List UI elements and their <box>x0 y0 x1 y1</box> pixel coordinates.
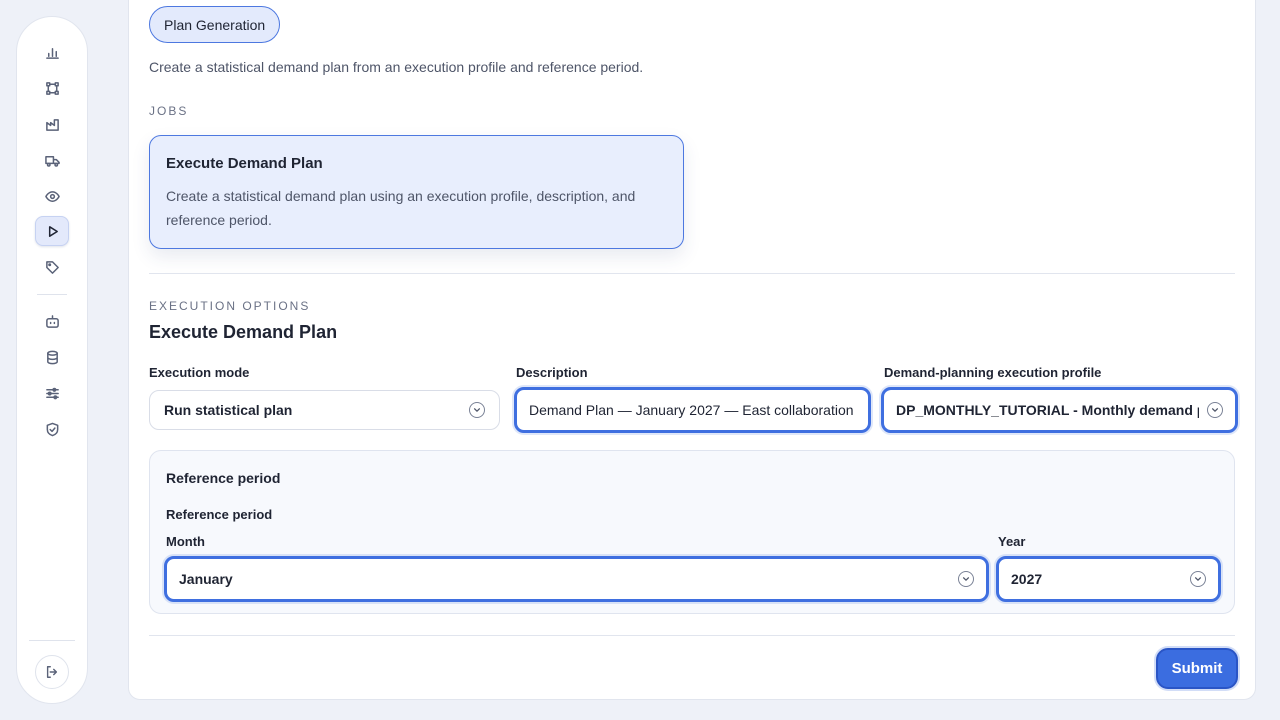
intro-text: Create a statistical demand plan from an… <box>149 59 644 75</box>
job-card-description: Create a statistical demand plan using a… <box>166 188 636 228</box>
tag-icon <box>45 260 59 274</box>
nav-analytics-button[interactable] <box>35 37 69 67</box>
truck-icon <box>44 155 60 167</box>
nav-monitor-button[interactable] <box>35 181 69 211</box>
nav-workflow-button[interactable] <box>35 73 69 103</box>
jobs-section-label: JOBS <box>149 104 189 118</box>
execution-mode-value: Run statistical plan <box>164 402 293 418</box>
chevron-down-icon <box>958 571 974 587</box>
bot-icon <box>45 314 59 328</box>
nav-divider <box>37 294 67 295</box>
sliders-icon <box>45 387 59 399</box>
plan-generation-chip[interactable]: Plan Generation <box>149 6 281 43</box>
workflow-icon <box>45 81 59 95</box>
nav-run-button[interactable] <box>35 216 69 246</box>
nav-tags-button[interactable] <box>35 252 69 282</box>
nav-data-button[interactable] <box>35 342 69 372</box>
footer-divider <box>149 635 1235 636</box>
main-panel: Plan Generation Create a statistical dem… <box>128 0 1256 700</box>
year-value: 2027 <box>1011 571 1043 587</box>
description-label: Description <box>516 365 588 380</box>
month-select[interactable]: January <box>164 556 989 602</box>
sidebar-footer-divider <box>29 640 75 641</box>
database-icon <box>46 350 58 364</box>
eye-icon <box>44 190 60 202</box>
logout-button[interactable] <box>35 655 69 689</box>
profile-select[interactable]: DP_MONTHLY_TUTORIAL - Monthly demand pla… <box>881 387 1238 433</box>
nav-security-button[interactable] <box>35 414 69 444</box>
execution-mode-select[interactable]: Run statistical plan <box>149 390 500 430</box>
description-value: Demand Plan — January 2027 — East collab… <box>529 402 854 418</box>
job-card-title: Execute Demand Plan <box>166 155 323 172</box>
reference-period-box: Reference period Reference period Month … <box>149 450 1235 614</box>
chevron-down-icon <box>1207 402 1223 418</box>
submit-button[interactable]: Submit <box>1156 648 1238 689</box>
logout-icon <box>46 666 58 678</box>
chevron-down-icon <box>1190 571 1206 587</box>
year-label: Year <box>998 534 1026 549</box>
year-select[interactable]: 2027 <box>996 556 1221 602</box>
profile-label: Demand-planning execution profile <box>884 365 1102 380</box>
month-value: January <box>179 571 233 587</box>
execution-options-title: Execute Demand Plan <box>149 322 338 342</box>
nav-logistics-button[interactable] <box>35 145 69 175</box>
play-icon <box>48 225 58 237</box>
job-card-execute-demand-plan[interactable]: Execute Demand Plan Create a statistical… <box>149 135 684 249</box>
reference-period-title: Reference period <box>166 470 281 486</box>
chevron-down-icon <box>469 402 485 418</box>
section-divider <box>149 273 1235 274</box>
nav-assistant-button[interactable] <box>35 306 69 336</box>
reference-period-group-label: Reference period <box>166 507 273 522</box>
shield-check-icon <box>46 422 58 436</box>
profile-value: DP_MONTHLY_TUTORIAL - Monthly demand pla… <box>896 402 1199 418</box>
bar-chart-icon <box>45 47 59 59</box>
month-label: Month <box>166 534 205 549</box>
nav-settings-button[interactable] <box>35 378 69 408</box>
sidebar <box>16 16 88 704</box>
factory-icon <box>45 118 59 131</box>
description-input[interactable]: Demand Plan — January 2027 — East collab… <box>514 387 871 433</box>
nav-factory-button[interactable] <box>35 109 69 139</box>
execution-mode-label: Execution mode <box>149 365 250 380</box>
execution-options-label: EXECUTION OPTIONS <box>149 299 311 313</box>
